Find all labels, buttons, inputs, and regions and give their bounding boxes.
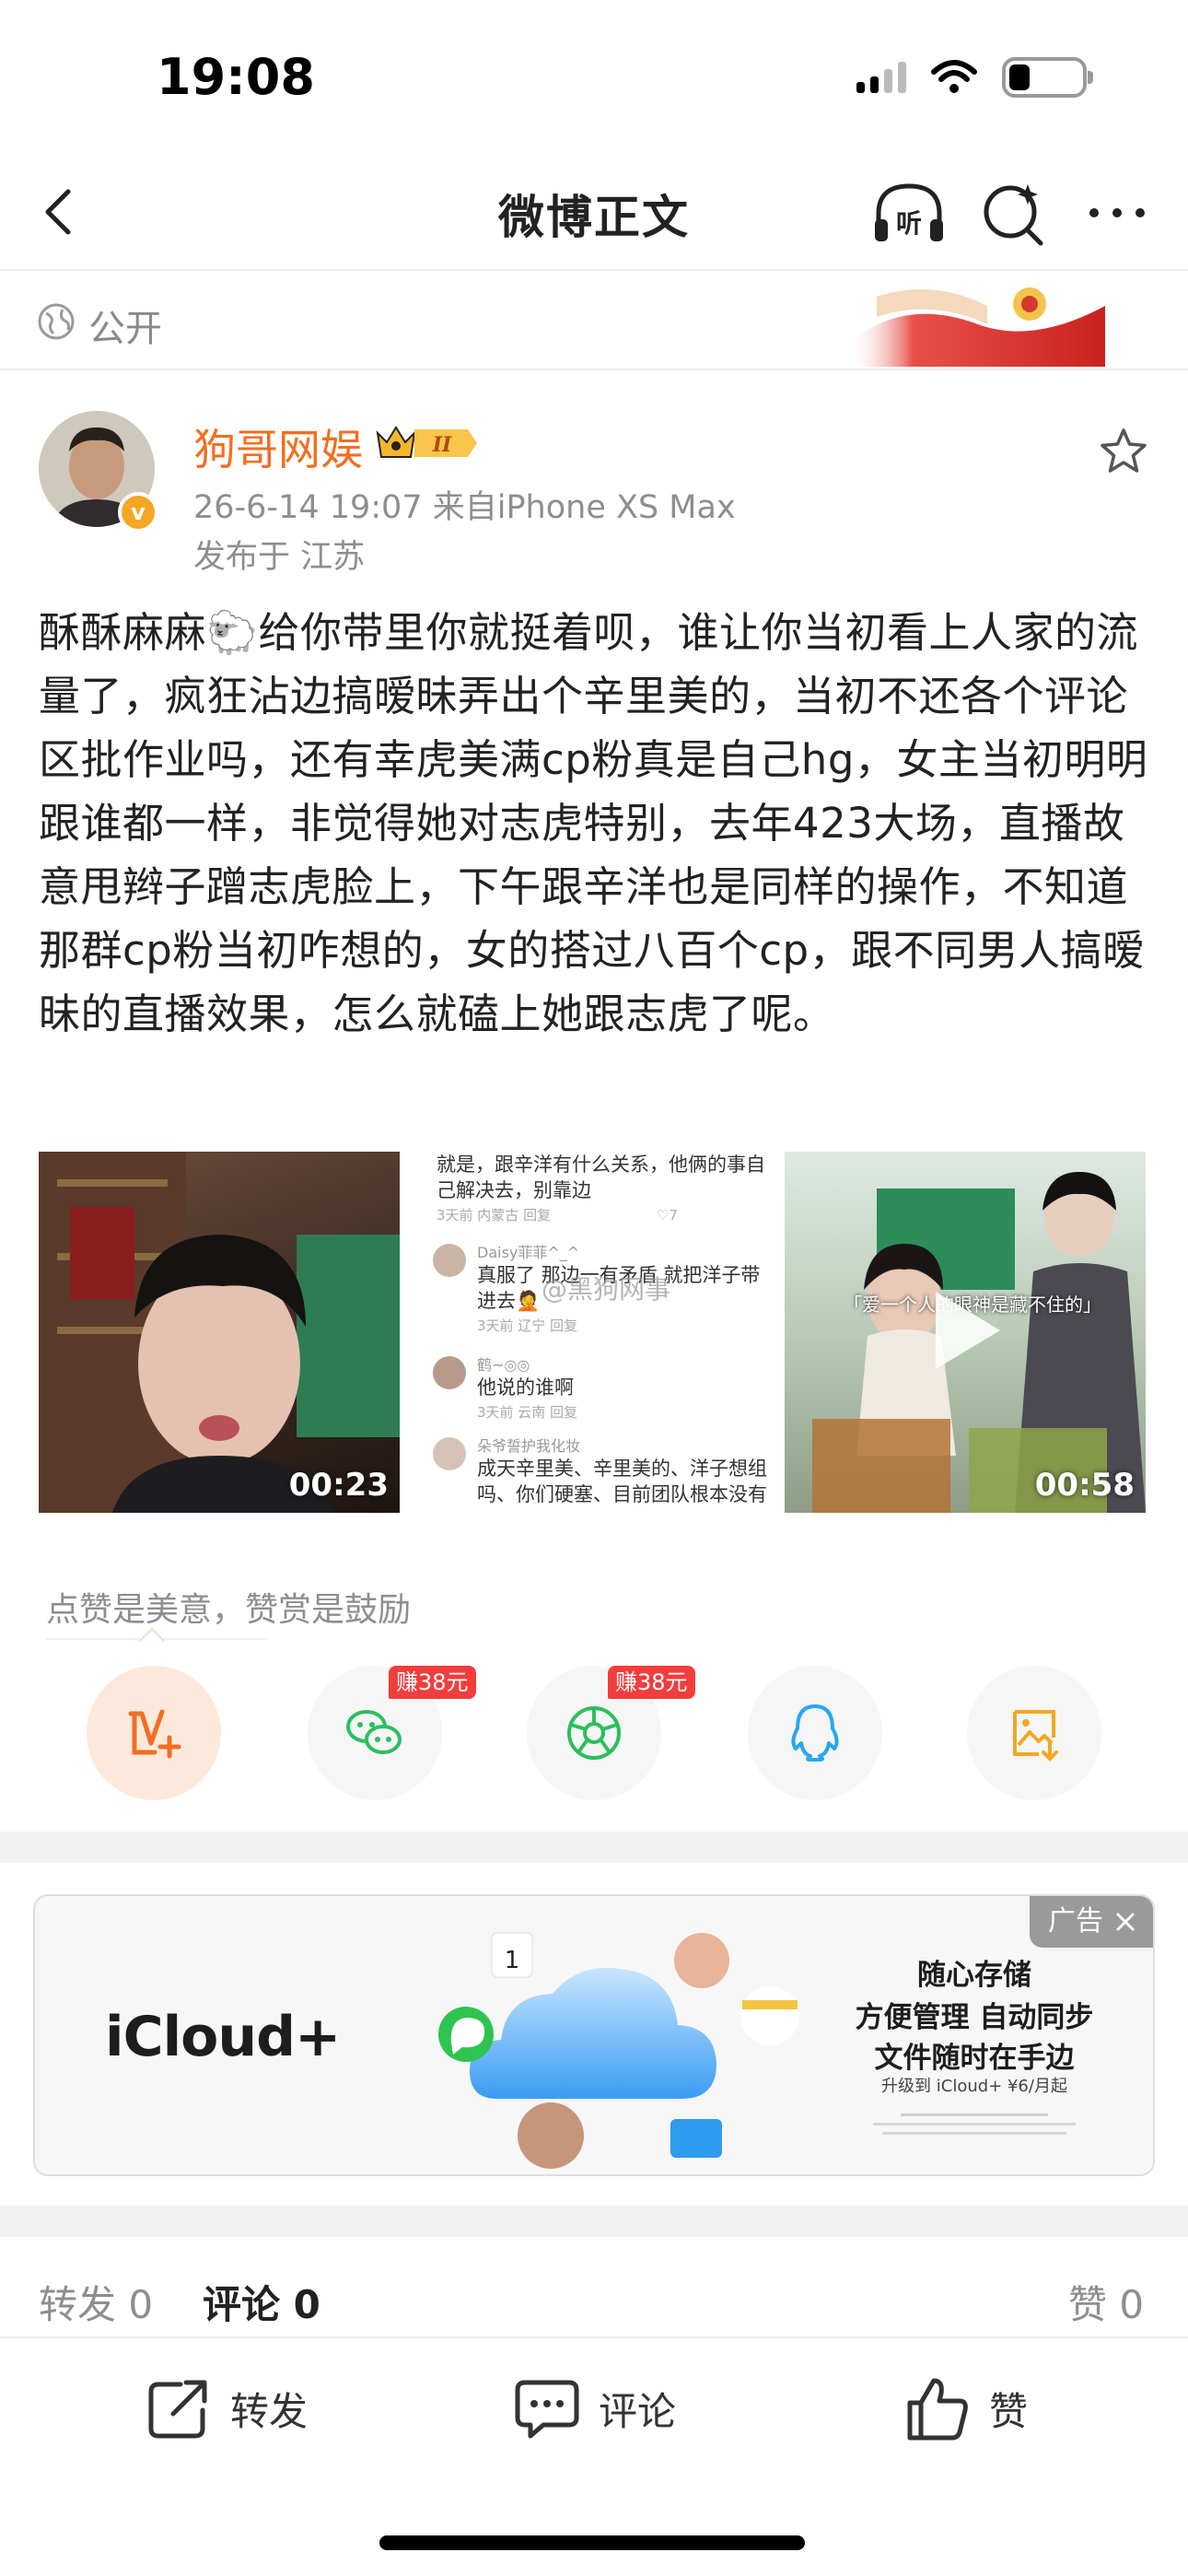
like-button[interactable]: 赞 xyxy=(903,2373,1028,2443)
save-image-icon xyxy=(1013,1710,1058,1762)
section-divider xyxy=(0,2206,1188,2237)
video-duration-2: 00:58 xyxy=(1034,1467,1135,1504)
comment-stat-tab[interactable]: 评论 0 xyxy=(203,2274,320,2330)
earn-badge: 赚38元 xyxy=(389,1666,476,1699)
like-stat-tab[interactable]: 赞 0 xyxy=(1068,2274,1144,2330)
close-icon[interactable] xyxy=(1114,1911,1136,1933)
post-text: 酥酥麻麻🐑给你带里你就挺着呗，谁让你当初看上人家的流量了，疯狂沾边搞暧昧弄出个辛… xyxy=(39,608,1148,1038)
comment-item: 鹤~◎◎ 他说的谁啊 3天前 云南 回复 xyxy=(477,1356,578,1421)
verified-badge-icon: v xyxy=(118,492,158,533)
post-location: 发布于 江苏 xyxy=(193,539,366,576)
section-divider xyxy=(0,1832,1188,1863)
video-thumbnail-1[interactable]: 00:23 xyxy=(39,1152,400,1513)
comment-screenshot-image[interactable]: 就是，跟辛洋有什么关系，他俩的事自己解决去，别靠边 3天前 内蒙古 回复 ♡7 … xyxy=(424,1152,785,1513)
vip-crown-badge-icon[interactable]: II xyxy=(374,420,479,466)
repost-button[interactable]: 转发 xyxy=(144,2373,308,2443)
reward-button[interactable] xyxy=(87,1666,221,1800)
thumbs-up-icon xyxy=(907,2378,968,2441)
comment-button[interactable]: 评论 xyxy=(512,2373,676,2443)
ad-brand: iCloud+ xyxy=(105,2005,341,2069)
visibility-row: 公开 xyxy=(0,273,1188,370)
avatar xyxy=(433,1356,466,1389)
play-icon[interactable] xyxy=(928,1286,1006,1375)
favorite-star-icon[interactable] xyxy=(1098,426,1149,477)
wifi-icon xyxy=(931,60,977,93)
post-meta: 26-6-14 19:07 来自iPhone XS Max xyxy=(193,489,736,526)
more-icon[interactable] xyxy=(1085,188,1149,238)
search-icon[interactable] xyxy=(980,179,1048,247)
ad-line-1: 随心存储 xyxy=(917,1959,1031,1992)
ad-line-3: 文件随时在手边 xyxy=(874,2042,1075,2075)
nav-bar: 微博正文 听 xyxy=(0,157,1188,271)
ad-price: 升级到 iCloud+ ¥6/月起 xyxy=(881,2077,1067,2096)
moments-icon xyxy=(567,1706,621,1760)
comment-icon xyxy=(515,2380,579,2439)
save-image-button[interactable] xyxy=(967,1666,1101,1800)
battery-icon xyxy=(1002,57,1093,98)
reward-v-plus-icon xyxy=(128,1709,181,1759)
author-name[interactable]: 狗哥网娱 xyxy=(193,416,363,477)
cellular-signal-icon xyxy=(856,62,906,93)
stats-row: 转发 0 评论 0 赞 0 xyxy=(0,2237,1188,2338)
svg-text:听: 听 xyxy=(896,208,922,239)
home-indicator xyxy=(379,2535,805,2550)
svg-text:II: II xyxy=(432,433,452,457)
share-qq-button[interactable] xyxy=(748,1666,882,1800)
repost-stat-tab[interactable]: 转发 0 xyxy=(39,2274,153,2330)
reward-hint: 点赞是美意，赞赏是鼓励 xyxy=(46,1591,412,1629)
avatar xyxy=(433,1437,466,1470)
wechat-icon xyxy=(346,1710,402,1754)
watermark: @黑狗网事 xyxy=(542,1274,671,1305)
comment-item: 就是，跟辛洋有什么关系，他俩的事自己解决去，别靠边 3天前 内蒙古 回复 ♡7 xyxy=(437,1153,765,1224)
ad-card[interactable]: iCloud+ 1 随心存储 方便管理 自动同步 文件随时在手边 升级到 iCl… xyxy=(33,1894,1155,2176)
svg-text:1: 1 xyxy=(505,1947,520,1974)
earn-badge: 赚38元 xyxy=(608,1666,695,1699)
action-bar: 转发 评论 赞 xyxy=(0,2340,1188,2484)
ad-fine-print xyxy=(873,2113,1076,2135)
visibility-label: 公开 xyxy=(88,308,162,350)
status-icons xyxy=(856,57,1093,98)
status-bar: 19:08 xyxy=(0,0,1188,157)
qq-icon xyxy=(791,1704,839,1762)
icloud-illustration-image: 1 xyxy=(438,1932,799,2169)
ad-tag[interactable]: 广告 xyxy=(1030,1896,1153,1948)
status-time: 19:08 xyxy=(157,48,315,106)
ad-line-2: 方便管理 自动同步 xyxy=(855,2001,1094,2034)
globe-icon xyxy=(38,303,75,340)
repost-icon xyxy=(148,2380,207,2439)
video-thumbnail-2[interactable]: 「爱一个人的眼神是藏不住的」 00:58 xyxy=(785,1152,1146,1513)
video-duration-1: 00:23 xyxy=(288,1467,389,1504)
flag-banner-image xyxy=(849,287,1105,367)
caret xyxy=(138,1627,166,1655)
listen-icon[interactable]: 听 xyxy=(869,179,949,247)
comment-item: 朵爷誓护我化妆 成天辛里美、辛里美的、洋子想组吗、你们硬塞、目前团队根本没有 xyxy=(477,1437,767,1505)
avatar xyxy=(433,1244,466,1277)
